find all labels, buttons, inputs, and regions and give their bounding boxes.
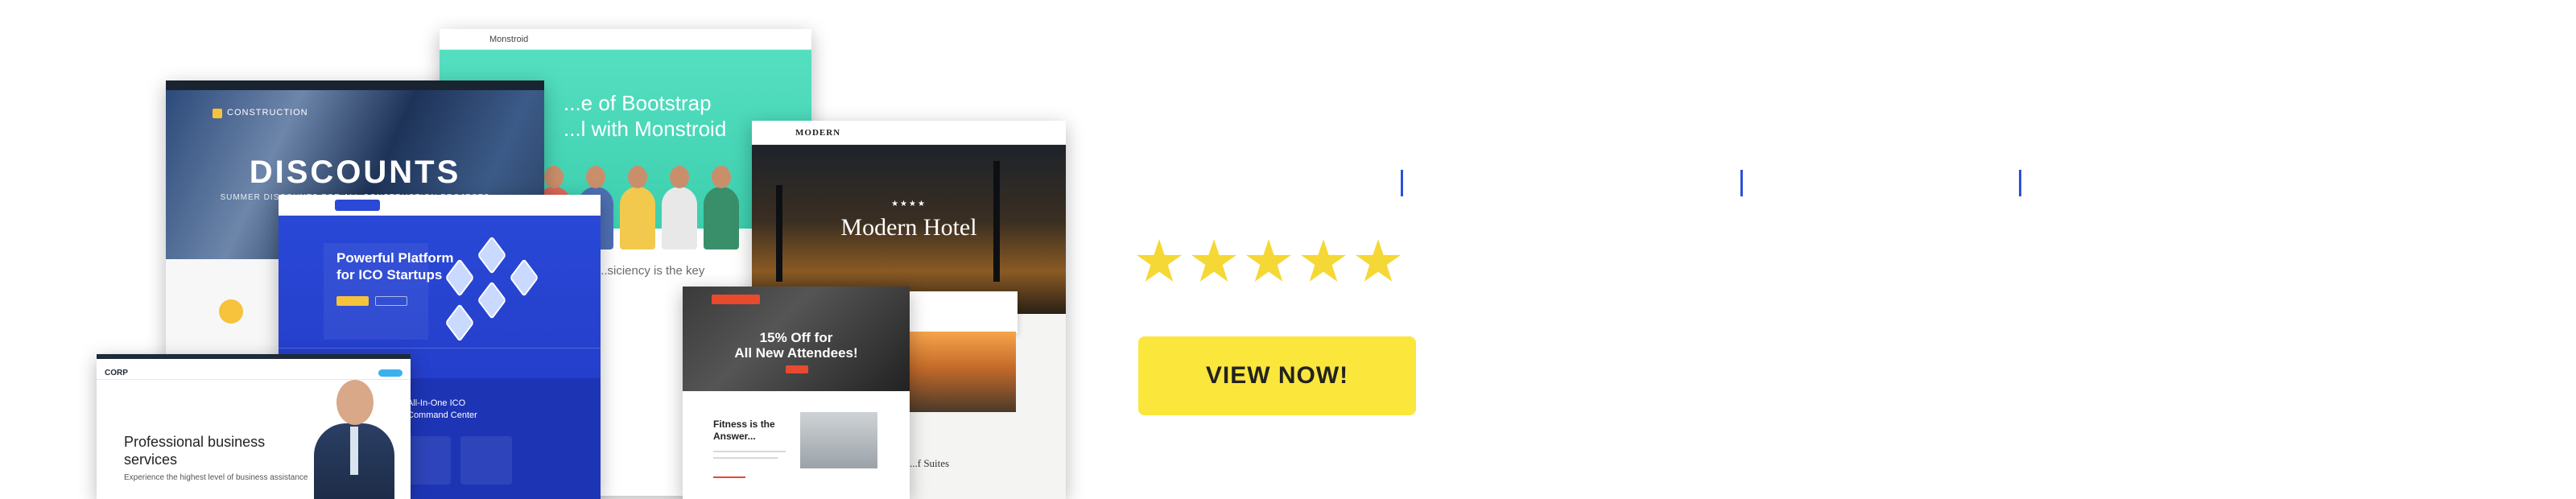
thumbnail-navbar: MODERN bbox=[752, 121, 1066, 145]
thumbnail-section-title: ...f Suites bbox=[910, 457, 950, 469]
template-thumbnail-fitness[interactable]: 15% Off for All New Attendees! Fitness i… bbox=[683, 287, 910, 499]
cube-icon bbox=[477, 280, 507, 320]
thumbnail-secondary-button bbox=[375, 296, 407, 306]
template-thumbnail-corporate[interactable]: CORP Professional business services Expe… bbox=[97, 354, 411, 499]
thumbnail-logo: Monstroid bbox=[489, 35, 529, 44]
cube-icon bbox=[477, 235, 507, 275]
star-icon bbox=[1191, 239, 1236, 282]
cube-icon bbox=[509, 258, 539, 298]
thumbnail-primary-button bbox=[786, 365, 808, 373]
thumbnail-section-title: Fitness is the Answer... bbox=[713, 419, 775, 442]
text-separator bbox=[1401, 170, 1403, 196]
thumbnail-title: DISCOUNTS bbox=[249, 155, 461, 190]
star-icon bbox=[1137, 239, 1182, 282]
text-separator bbox=[2019, 170, 2021, 196]
thumbnail-logo bbox=[335, 200, 380, 211]
thumbnail-logo: CORP bbox=[105, 369, 128, 377]
thumbnail-section-title: All-In-One ICO Command Center bbox=[407, 398, 477, 420]
thumbnail-logo: MODERN bbox=[795, 128, 841, 138]
thumbnail-title: Powerful Platform for ICO Startups bbox=[336, 250, 454, 282]
hotel-rating: ★★★★ bbox=[891, 200, 927, 208]
thumbnail-primary-button bbox=[336, 296, 369, 306]
thumbnail-hero: 15% Off for All New Attendees! bbox=[683, 287, 910, 391]
star-icon bbox=[1301, 239, 1346, 282]
star-icon bbox=[1246, 239, 1291, 282]
sunset-photo bbox=[910, 332, 1016, 412]
star-rating bbox=[1137, 239, 1401, 286]
thumbnail-title: Modern Hotel bbox=[840, 214, 977, 241]
thumbnail-navbar: CORP bbox=[97, 359, 411, 380]
thumbnail-logo: CONSTRUCTION bbox=[213, 108, 308, 118]
view-now-button[interactable]: VIEW NOW! bbox=[1138, 336, 1416, 415]
text-separator bbox=[1740, 170, 1743, 196]
athlete-photo bbox=[800, 412, 877, 468]
thumbnail-primary-button bbox=[378, 369, 402, 377]
feature-badge-icon bbox=[219, 299, 243, 324]
thumbnail-navbar: Monstroid bbox=[440, 29, 811, 50]
thumbnail-title: Professional business services bbox=[124, 434, 266, 468]
thumbnail-subtitle: Experience the highest level of business… bbox=[124, 473, 308, 482]
cube-icon bbox=[444, 303, 475, 343]
businessman-photo bbox=[314, 380, 394, 499]
star-icon bbox=[1356, 239, 1401, 282]
thumbnail-logo bbox=[712, 295, 760, 304]
thumbnail-hero-text: ...e of Bootstrap ...l with Monstroid bbox=[564, 91, 727, 141]
thumbnail-body-text: ...siciency is the key bbox=[597, 264, 705, 278]
thumbnail-navbar bbox=[279, 195, 601, 216]
thumbnail-title: 15% Off for All New Attendees! bbox=[734, 330, 858, 361]
